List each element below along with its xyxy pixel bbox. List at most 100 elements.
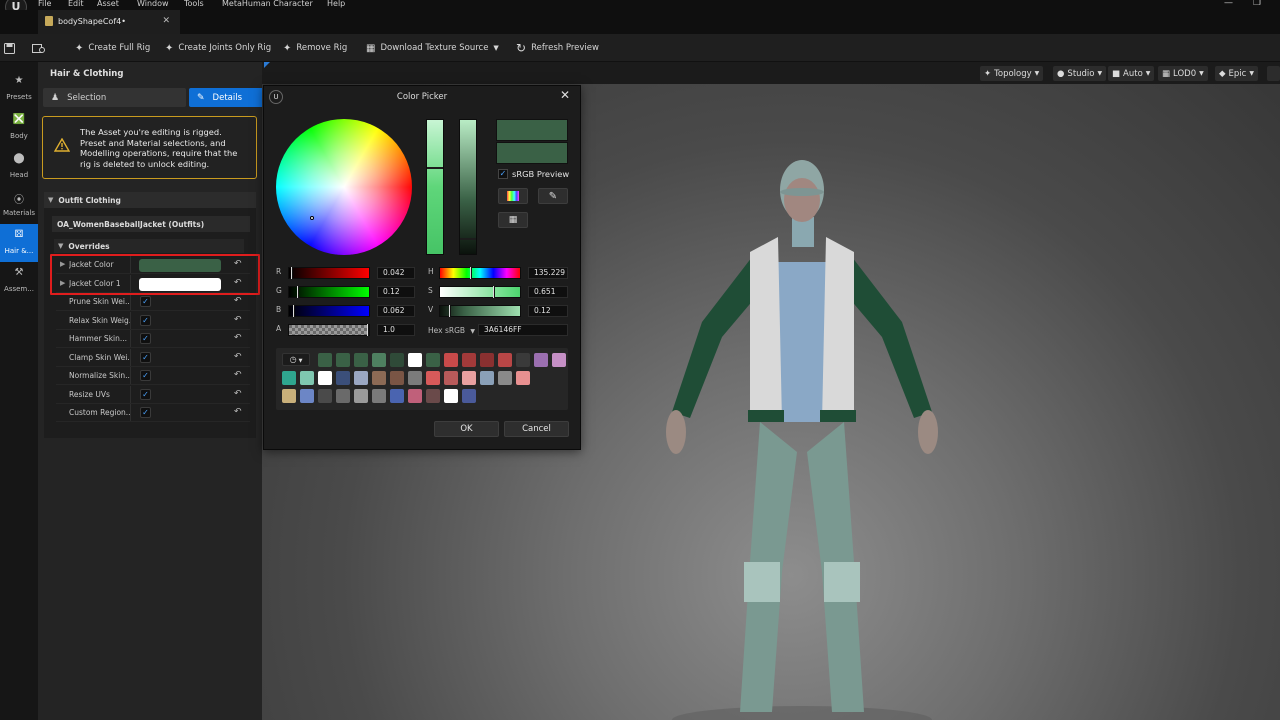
nav-body[interactable]: ❎ Body: [0, 109, 38, 147]
nav-hair-clothing[interactable]: ⚄ Hair &...: [0, 224, 38, 262]
override-checkbox[interactable]: ✓: [140, 333, 151, 344]
palette-swatch[interactable]: [336, 371, 350, 385]
blue-slider-thumb[interactable]: [293, 305, 295, 317]
menu-metahuman-character[interactable]: MetaHuman Character: [222, 0, 313, 8]
minimize-icon[interactable]: —: [1224, 0, 1233, 8]
hue-slider-thumb[interactable]: [470, 267, 472, 279]
palette-swatch[interactable]: [300, 389, 314, 403]
reset-arrow-icon[interactable]: ↶: [234, 296, 242, 306]
reset-arrow-icon[interactable]: ↶: [234, 352, 242, 362]
studio-dropdown[interactable]: ● Studio ▼: [1053, 66, 1107, 81]
lod-dropdown[interactable]: ▦ LOD0 ▼: [1158, 66, 1208, 81]
green-slider-thumb[interactable]: [297, 286, 299, 298]
theme-button[interactable]: ▦: [498, 212, 528, 228]
auto-dropdown[interactable]: ■ Auto ▼: [1108, 66, 1155, 81]
saturation-marker[interactable]: [427, 167, 443, 169]
tab-selection[interactable]: ♟ Selection: [43, 88, 186, 107]
palette-swatch[interactable]: [354, 389, 368, 403]
color-spectrum-button[interactable]: [498, 188, 528, 204]
hue-slider[interactable]: [439, 267, 521, 279]
palette-swatch[interactable]: [426, 389, 440, 403]
red-slider[interactable]: [288, 267, 370, 279]
palette-swatch[interactable]: [462, 353, 476, 367]
override-checkbox[interactable]: ✓: [140, 314, 151, 326]
palette-swatch[interactable]: [426, 371, 440, 385]
nav-materials[interactable]: ⦿ Materials: [0, 186, 38, 224]
palette-swatch[interactable]: [372, 353, 386, 367]
menu-file[interactable]: File: [38, 0, 51, 8]
palette-swatch[interactable]: [480, 353, 494, 367]
saturation-bar[interactable]: [426, 119, 444, 255]
palette-swatch[interactable]: [444, 389, 458, 403]
srgb-preview-checkbox[interactable]: ✓: [498, 169, 508, 179]
palette-swatch[interactable]: [516, 371, 530, 385]
palette-swatch[interactable]: [282, 371, 296, 385]
palette-swatch[interactable]: [336, 389, 350, 403]
value-slider[interactable]: [439, 305, 521, 317]
green-slider[interactable]: [288, 286, 370, 298]
remove-rig-button[interactable]: ✦ Remove Rig: [283, 34, 347, 62]
overflow-icon[interactable]: [1267, 66, 1280, 81]
override-checkbox[interactable]: ✓: [140, 351, 151, 363]
palette-swatch[interactable]: [408, 389, 422, 403]
blue-slider[interactable]: [288, 305, 370, 317]
outfit-item-header[interactable]: OA_WomenBaseballJacket (Outfits): [52, 216, 250, 232]
palette-swatch[interactable]: [336, 353, 350, 367]
palette-swatch[interactable]: [426, 353, 440, 367]
reset-arrow-icon[interactable]: ↶: [234, 407, 242, 417]
refresh-preview-button[interactable]: ↻ Refresh Preview: [516, 34, 599, 62]
saturation-slider[interactable]: [439, 286, 521, 298]
close-tab-icon[interactable]: ✕: [162, 16, 170, 26]
maximize-icon[interactable]: ❐: [1253, 0, 1261, 8]
nav-presets[interactable]: ★ Presets: [0, 70, 38, 108]
palette-swatch[interactable]: [390, 389, 404, 403]
palette-swatch[interactable]: [354, 353, 368, 367]
create-joints-only-rig-button[interactable]: ✦ Create Joints Only Rig: [165, 34, 271, 62]
palette-swatch[interactable]: [516, 353, 530, 367]
menu-tools[interactable]: Tools: [184, 0, 204, 8]
palette-swatch[interactable]: [318, 389, 332, 403]
reset-arrow-icon[interactable]: ↶: [234, 333, 242, 343]
value-bar[interactable]: [459, 119, 477, 255]
topology-dropdown[interactable]: ✦ Topology ▼: [980, 66, 1044, 81]
alpha-slider[interactable]: [288, 324, 370, 336]
palette-swatch[interactable]: [408, 371, 422, 385]
red-value[interactable]: 0.042: [377, 267, 415, 279]
hue-value[interactable]: 135.229: [528, 267, 568, 279]
palette-swatch[interactable]: [462, 371, 476, 385]
palette-swatch[interactable]: [390, 353, 404, 367]
ok-button[interactable]: OK: [434, 421, 499, 437]
saturation-slider-thumb[interactable]: [493, 286, 495, 298]
alpha-slider-thumb[interactable]: [367, 324, 369, 336]
download-texture-source-button[interactable]: ▦ Download Texture Source ▼: [366, 34, 499, 62]
palette-swatch[interactable]: [498, 371, 512, 385]
browse-asset-icon[interactable]: [32, 34, 45, 62]
palette-swatch[interactable]: [318, 353, 332, 367]
eyedropper-button[interactable]: ✎: [538, 188, 568, 204]
history-dropdown[interactable]: ◷ ▼: [282, 353, 310, 366]
menu-edit[interactable]: Edit: [68, 0, 84, 8]
menu-asset[interactable]: Asset: [97, 0, 119, 8]
save-icon[interactable]: [4, 34, 15, 62]
nav-assembly[interactable]: ⚒ Assem...: [0, 262, 38, 300]
reset-arrow-icon[interactable]: ↶: [234, 389, 242, 399]
document-tab[interactable]: bodyShapeCof4• ✕: [38, 10, 180, 34]
red-slider-thumb[interactable]: [291, 267, 293, 279]
alpha-value[interactable]: 1.0: [377, 324, 415, 336]
close-icon[interactable]: ✕: [560, 88, 570, 102]
palette-swatch[interactable]: [462, 389, 476, 403]
value-value[interactable]: 0.12: [528, 305, 568, 317]
override-checkbox[interactable]: ✓: [140, 407, 151, 418]
palette-swatch[interactable]: [552, 353, 566, 367]
hex-value-input[interactable]: 3A6146FF: [478, 324, 568, 336]
palette-swatch[interactable]: [282, 389, 296, 403]
overrides-header[interactable]: ▼ Overrides: [54, 239, 244, 253]
palette-swatch[interactable]: [480, 371, 494, 385]
create-full-rig-button[interactable]: ✦ Create Full Rig: [75, 34, 150, 62]
hex-mode-dropdown[interactable]: Hex sRGB ▼: [428, 326, 475, 335]
green-value[interactable]: 0.12: [377, 286, 415, 298]
value-slider-thumb[interactable]: [449, 305, 451, 317]
cancel-button[interactable]: Cancel: [504, 421, 569, 437]
palette-swatch[interactable]: [300, 371, 314, 385]
palette-swatch[interactable]: [318, 371, 332, 385]
